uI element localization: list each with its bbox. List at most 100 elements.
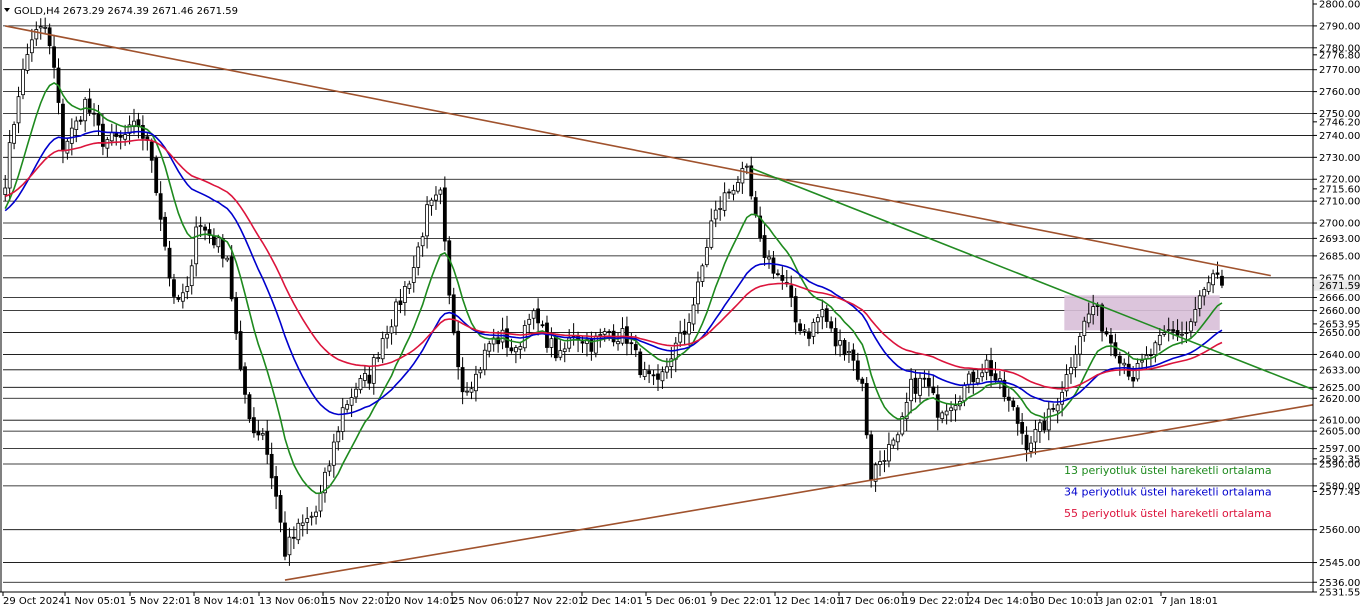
candle — [1002, 371, 1007, 402]
price-tick-label: 2700.00 — [1319, 219, 1360, 230]
candle-body — [891, 439, 896, 446]
candle-body — [21, 68, 25, 96]
candle-body — [744, 165, 749, 168]
candle — [678, 320, 683, 347]
candle — [887, 432, 891, 468]
candle-body — [1149, 354, 1153, 356]
candle-body — [92, 112, 96, 115]
candle — [398, 288, 403, 314]
candle-body — [851, 349, 856, 361]
candle — [1144, 346, 1149, 369]
candle-body — [180, 292, 185, 302]
candle — [380, 331, 385, 364]
candle-body — [971, 371, 976, 383]
candle — [389, 319, 394, 345]
candle-body — [540, 324, 545, 327]
candle — [331, 433, 336, 478]
candle-body — [1131, 376, 1136, 382]
price-tick-label: 2531.55 — [1319, 588, 1360, 599]
candle-body — [345, 404, 350, 410]
candle — [1033, 419, 1038, 455]
candle-body — [260, 433, 265, 436]
candle-body — [638, 351, 643, 376]
candle — [731, 184, 736, 201]
time-tick-label: 29 Oct 2024 — [3, 596, 65, 607]
candle-body — [713, 209, 718, 220]
candle — [616, 332, 620, 351]
candle — [549, 327, 554, 358]
candle — [980, 363, 985, 382]
candle-body — [922, 377, 927, 380]
candle-body — [864, 383, 869, 436]
candle-body — [1055, 404, 1060, 412]
candle-body — [349, 397, 354, 406]
candle-body — [536, 308, 541, 324]
candle-body — [1171, 329, 1176, 332]
candle — [420, 232, 425, 257]
candle-body — [469, 388, 474, 393]
candle-body — [895, 434, 900, 443]
candle-body — [465, 390, 469, 393]
candle — [323, 467, 327, 503]
candle-body — [434, 194, 438, 201]
candle-body — [389, 326, 394, 334]
candle-body — [549, 338, 554, 348]
candle — [314, 505, 318, 525]
candle-body — [7, 142, 12, 189]
candle — [642, 361, 647, 381]
candle — [540, 320, 545, 328]
candle — [944, 404, 949, 425]
candle-body — [52, 46, 56, 68]
candle-body — [1122, 362, 1127, 366]
candle-body — [109, 131, 114, 142]
candle — [736, 176, 740, 194]
candle — [34, 21, 39, 46]
candle-body — [380, 338, 385, 360]
candle — [65, 137, 70, 160]
candle — [935, 385, 940, 431]
candle-body — [1157, 335, 1162, 346]
candle — [456, 321, 461, 380]
candle — [651, 369, 656, 386]
candle — [864, 377, 869, 439]
candle — [718, 196, 723, 221]
candle-body — [771, 257, 776, 274]
candle-body — [1135, 363, 1140, 380]
candle — [376, 351, 381, 363]
candle — [385, 325, 390, 349]
candle — [207, 222, 212, 244]
price-tick-label: 2710.00 — [1319, 197, 1360, 208]
candle-body — [793, 296, 798, 323]
candle — [789, 275, 794, 308]
candle — [869, 430, 874, 488]
candle-body — [509, 347, 514, 352]
candle-body — [1082, 320, 1087, 336]
candle-body — [975, 377, 980, 384]
candle-body — [527, 318, 532, 325]
candle — [709, 208, 714, 250]
candle — [442, 176, 447, 251]
candle-body — [607, 331, 612, 333]
price-tick-label: 2625.00 — [1319, 383, 1360, 394]
gold-h4-chart[interactable]: 2800.002790.002780.002776.802770.002760.… — [0, 0, 1362, 611]
candle-body — [798, 323, 803, 332]
candle — [855, 352, 860, 382]
candle — [767, 250, 771, 269]
candle — [838, 329, 842, 357]
candle — [469, 381, 474, 400]
candle — [691, 297, 696, 332]
price-tick-label: 2770.00 — [1319, 65, 1360, 76]
candle-body — [775, 273, 780, 276]
candle-body — [371, 357, 376, 384]
price-tick-label: 2693.00 — [1319, 234, 1360, 245]
candle — [465, 382, 469, 396]
time-tick-label: 9 Dec 22:01 — [711, 596, 772, 607]
candle — [1206, 275, 1211, 295]
candle — [172, 273, 176, 304]
candle-body — [1100, 304, 1104, 332]
candle-body — [878, 461, 882, 465]
dropdown-triangle-icon[interactable] — [4, 8, 10, 12]
candle — [407, 280, 412, 295]
candle — [758, 206, 763, 242]
candle — [1220, 269, 1224, 289]
